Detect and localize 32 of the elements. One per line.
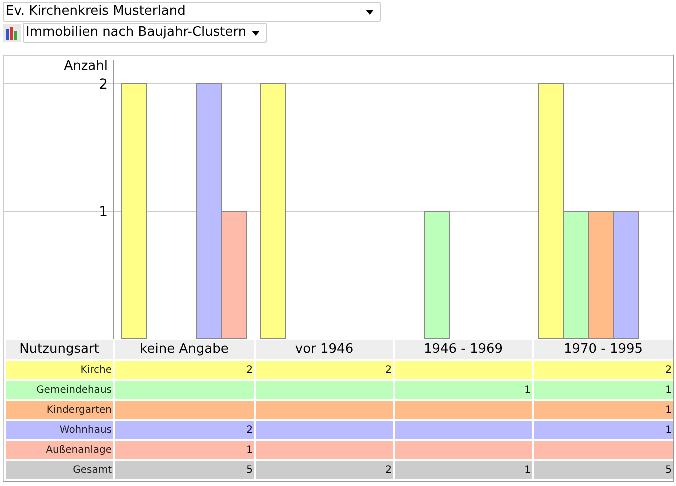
- table-cell: 1: [115, 441, 254, 459]
- table-cell: 2: [115, 361, 254, 379]
- row-label: Gesamt: [6, 461, 113, 479]
- table-cell: 2: [115, 421, 254, 439]
- table-cell: 2: [256, 461, 393, 479]
- row-label: Gemeindehaus: [6, 381, 113, 399]
- caret-icon: [366, 10, 374, 14]
- column-header: keine Angabe: [115, 340, 254, 359]
- column-header: 1946 - 1969: [395, 340, 532, 359]
- bar-chart-icon[interactable]: [3, 24, 21, 42]
- y-tick-label: 2: [99, 77, 108, 93]
- table-cell: 1: [534, 381, 673, 399]
- column-header: Nutzungsart: [6, 340, 113, 359]
- table-cell: 2: [256, 361, 393, 379]
- caret-icon: [252, 30, 260, 36]
- y-axis-label: Anzahl: [64, 59, 108, 74]
- column-header: 1970 - 1995: [534, 340, 673, 359]
- row-label: Wohnhaus: [6, 421, 113, 439]
- table-cell: 5: [534, 461, 673, 479]
- table-cell: 1: [534, 421, 673, 439]
- column-header: vor 1946: [256, 340, 393, 359]
- row-label: Kirche: [6, 361, 113, 379]
- table-cell: 1: [395, 381, 532, 399]
- row-label: Außenanlage: [6, 441, 113, 459]
- table-cell: 1: [395, 461, 532, 479]
- table-cell: 5: [115, 461, 254, 479]
- table-cell: 1: [534, 401, 673, 419]
- row-label: Kindergarten: [6, 401, 113, 419]
- table-cell: 2: [534, 361, 673, 379]
- y-tick-label: 1: [99, 204, 108, 220]
- dropdown[interactable]: Immobilien nach Baujahr-Clustern: [23, 23, 267, 43]
- dropdown[interactable]: Ev. Kirchenkreis Musterland: [3, 2, 381, 22]
